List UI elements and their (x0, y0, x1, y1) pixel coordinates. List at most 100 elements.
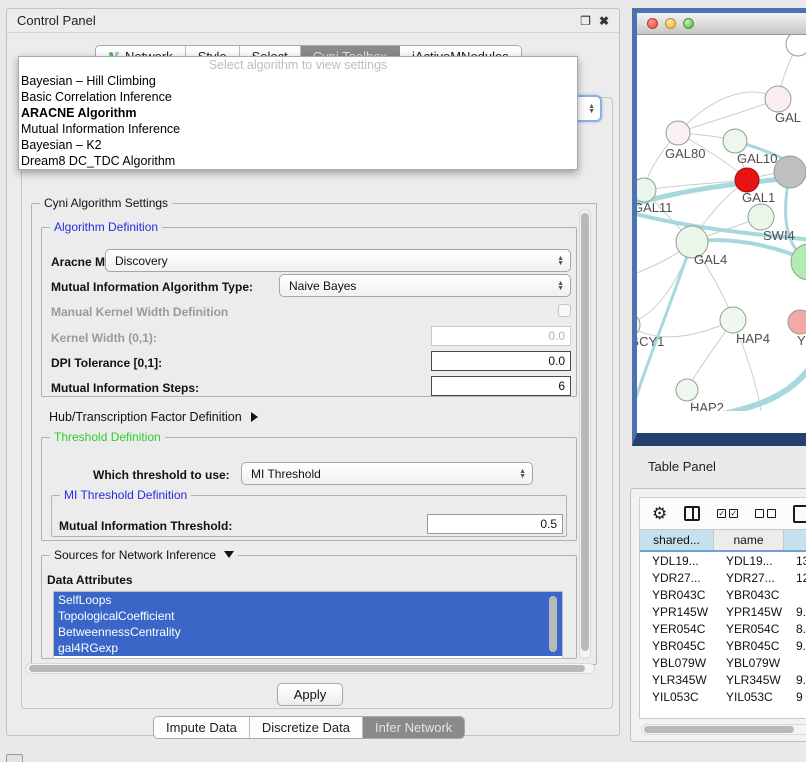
table-row[interactable]: YIL053CYIL053C9 (640, 688, 806, 702)
attribute-list-item[interactable]: BetweennessCentrality (54, 624, 562, 640)
mi-steps-field[interactable] (431, 376, 571, 396)
network-node[interactable] (786, 35, 806, 56)
unchecked-pair-icon[interactable] (755, 509, 776, 518)
column-header[interactable]: shared... (640, 530, 714, 550)
table-row[interactable]: YDR27...YDR27...12 (640, 569, 806, 586)
table-row[interactable]: YER054CYER054C8. (640, 620, 806, 637)
tab-discretize-data[interactable]: Discretize Data (250, 717, 363, 738)
attribute-list-item[interactable]: TopologicalCoefficient (54, 608, 562, 624)
threshold-definition-title: Threshold Definition (50, 430, 165, 444)
table-cell: 9. (784, 603, 806, 620)
tab-impute-data[interactable]: Impute Data (154, 717, 250, 738)
network-node[interactable] (774, 156, 806, 188)
dropdown-item[interactable]: Bayesian – K2 (19, 137, 577, 153)
dropdown-item[interactable]: Dream8 DC_TDC Algorithm (19, 153, 577, 169)
network-view-window: GALGAL80GAL10GAL1GAL11SWI4GAL4GCY1HAP4YH… (632, 8, 806, 446)
dropdown-item[interactable]: ARACNE Algorithm (19, 105, 577, 121)
network-node-hap2[interactable] (676, 379, 698, 401)
apply-button[interactable]: Apply (277, 683, 343, 706)
mi-type-combo[interactable]: Naive Bayes ▲▼ (279, 274, 571, 297)
attribute-list-item[interactable]: gal4RGexp (54, 640, 562, 656)
table-cell: 9 (784, 688, 806, 702)
settings-vertical-scrollbar-thumb[interactable] (581, 213, 589, 651)
network-node-label: GCY1 (637, 334, 664, 349)
close-window-icon[interactable]: ✖ (599, 15, 609, 27)
network-node-hap4[interactable] (720, 307, 746, 333)
network-node-label: GAL80 (665, 146, 705, 161)
network-node-label: GAL1 (742, 190, 775, 205)
gear-icon[interactable]: ⚙ (652, 505, 667, 522)
manual-kernel-checkbox[interactable] (558, 304, 571, 317)
table-row[interactable]: YBR045CYBR045C9. (640, 637, 806, 654)
mi-type-value: Naive Bayes (289, 279, 356, 293)
combo-arrows-icon: ▲▼ (557, 256, 564, 266)
column-split-icon[interactable] (684, 506, 700, 521)
zoom-traffic-light-icon[interactable] (683, 18, 694, 29)
mi-threshold-field[interactable] (427, 514, 563, 534)
network-node-label: HAP2 (690, 400, 724, 411)
network-graph: GALGAL80GAL10GAL1GAL11SWI4GAL4GCY1HAP4YH… (637, 35, 806, 411)
table-cell: 13 (784, 552, 806, 569)
attribute-list-item[interactable]: SelfLoops (54, 592, 562, 608)
which-threshold-label: Which threshold to use: (93, 468, 230, 482)
float-window-icon[interactable]: ❐ (580, 15, 591, 27)
settings-vertical-scrollbar[interactable] (579, 209, 591, 659)
table-row[interactable]: YLR345WYLR345W9. (640, 671, 806, 688)
network-node-swi4[interactable] (748, 204, 774, 230)
attr-list-scrollbar-thumb[interactable] (549, 596, 557, 652)
network-node-y[interactable] (788, 310, 806, 334)
dropdown-item[interactable]: Mutual Information Inference (19, 121, 577, 137)
table-cell: YBR043C (640, 586, 714, 603)
network-node-gal11[interactable] (637, 178, 656, 202)
table-header: shared...name (640, 530, 806, 552)
table-row[interactable]: YBR043CYBR043C (640, 586, 806, 603)
network-canvas[interactable]: GALGAL80GAL10GAL1GAL11SWI4GAL4GCY1HAP4YH… (637, 35, 806, 411)
column-header[interactable] (784, 530, 806, 550)
network-node-label: HAP4 (736, 331, 770, 346)
table-cell: 9. (784, 637, 806, 654)
algorithm-dropdown: Select algorithm to view settings Bayesi… (18, 56, 578, 170)
table-panel: ⚙ ✓✓ shared...name YDL19...YDL19...13YDR… (630, 488, 806, 742)
table-panel-toolbar: ⚙ ✓✓ (639, 497, 806, 529)
dropdown-item[interactable]: Bayesian – Hill Climbing (19, 73, 577, 89)
checked-pair-icon[interactable]: ✓✓ (717, 509, 738, 518)
aracne-mode-combo[interactable]: Discovery ▲▼ (105, 249, 571, 272)
network-node[interactable] (791, 244, 806, 280)
network-node-gal10[interactable] (723, 129, 747, 153)
document-icon[interactable] (793, 505, 806, 523)
attr-list-scrollbar[interactable] (548, 594, 558, 656)
table-row[interactable]: YBL079WYBL079W (640, 654, 806, 671)
kernel-width-field[interactable] (431, 326, 571, 346)
tab-infer-network[interactable]: Infer Network (363, 717, 464, 738)
float-panel-button[interactable] (6, 754, 23, 762)
settings-horizontal-scrollbar[interactable] (25, 663, 595, 674)
collapsed-arrow-icon (251, 412, 258, 422)
hub-definition-toggle[interactable]: Hub/Transcription Factor Definition (49, 410, 258, 424)
table-cell: YIL053C (714, 688, 784, 702)
table-row[interactable]: YDL19...YDL19...13 (640, 552, 806, 569)
table-horizontal-scrollbar[interactable] (641, 724, 806, 735)
settings-horizontal-scrollbar-thumb[interactable] (29, 665, 585, 672)
network-node-gal80[interactable] (666, 121, 690, 145)
sources-group-title[interactable]: Sources for Network Inference (50, 548, 238, 562)
network-node-gal1[interactable] (735, 168, 759, 192)
table-rows: YDL19...YDL19...13YDR27...YDR27...12YBR0… (640, 552, 806, 702)
table-cell: YER054C (714, 620, 784, 637)
network-window-titlebar[interactable] (637, 13, 806, 35)
table-panel-title: Table Panel (648, 459, 716, 474)
dropdown-item[interactable]: Basic Correlation Inference (19, 89, 577, 105)
column-header[interactable]: name (714, 530, 784, 550)
sources-group-label: Sources for Network Inference (54, 548, 216, 562)
cyni-settings-group-title: Cyni Algorithm Settings (40, 196, 172, 210)
close-traffic-light-icon[interactable] (647, 18, 658, 29)
manual-kernel-label: Manual Kernel Width Definition (51, 305, 228, 319)
dpi-tolerance-field[interactable] (431, 351, 571, 371)
network-node-label: GAL10 (737, 151, 777, 166)
table-horizontal-scrollbar-thumb[interactable] (644, 726, 794, 733)
which-threshold-combo[interactable]: MI Threshold ▲▼ (241, 462, 533, 485)
data-attributes-list[interactable]: SelfLoopsTopologicalCoefficientBetweenne… (53, 591, 563, 659)
network-node-gal[interactable] (765, 86, 791, 112)
minimize-traffic-light-icon[interactable] (665, 18, 676, 29)
mi-threshold-label: Mutual Information Threshold: (59, 519, 232, 533)
table-row[interactable]: YPR145WYPR145W9. (640, 603, 806, 620)
